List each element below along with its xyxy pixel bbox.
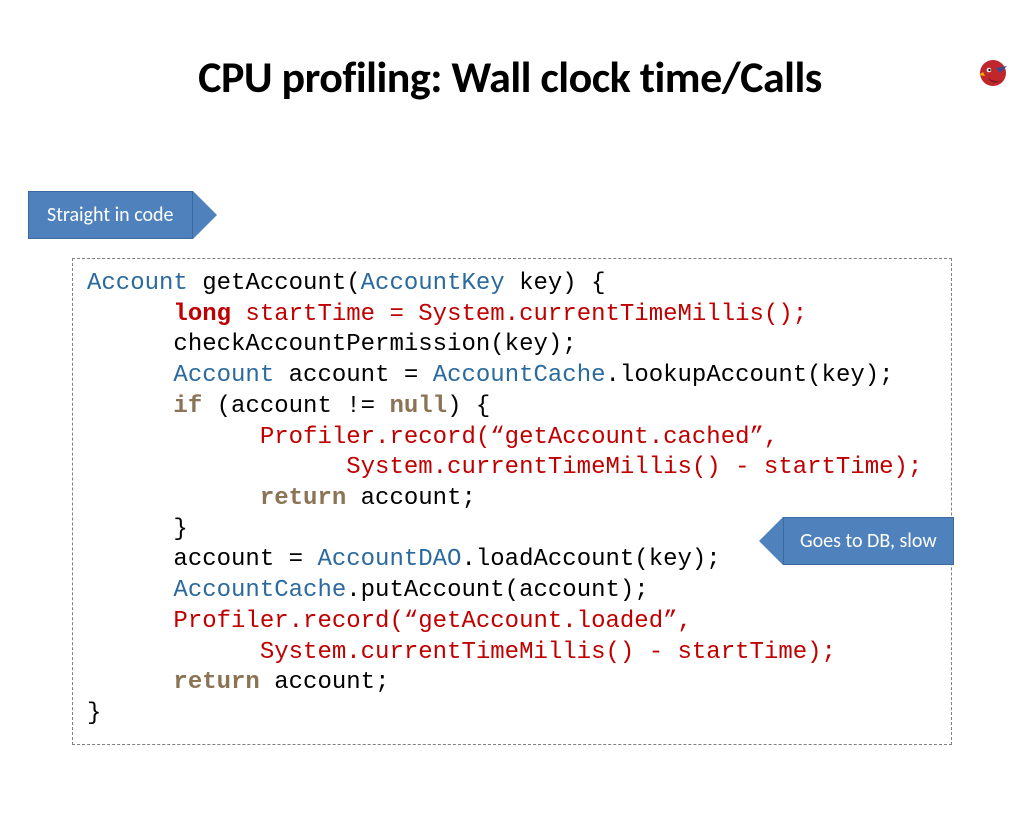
code-token: getAccount( [188, 270, 361, 297]
code-token: Account [173, 362, 274, 389]
mascot-logo [978, 58, 1008, 88]
callout-right-label: Goes to DB, slow [783, 517, 954, 565]
code-token: System.currentTimeMillis() - startTime); [87, 639, 836, 666]
code-token: System.currentTimeMillis() - startTime); [87, 454, 922, 481]
code-token [87, 393, 173, 420]
code-token: AccountCache [173, 577, 346, 604]
code-token: .lookupAccount(key); [606, 362, 894, 389]
code-token: } [87, 700, 101, 727]
code-token: Account [87, 270, 188, 297]
code-token: AccountKey [361, 270, 505, 297]
code-token: AccountDAO [317, 546, 461, 573]
code-token: AccountCache [433, 362, 606, 389]
callout-left-label: Straight in code [28, 191, 193, 239]
code-token: null [389, 393, 447, 420]
code-token: account = [274, 362, 432, 389]
code-token: checkAccountPermission(key); [87, 331, 577, 358]
callout-goes-to-db: Goes to DB, slow [759, 517, 954, 565]
code-token: if [173, 393, 202, 420]
code-token: key) { [505, 270, 606, 297]
chevron-left-icon [759, 517, 783, 565]
code-token: .putAccount(account); [346, 577, 648, 604]
chevron-right-icon [193, 191, 217, 239]
slide-title: CPU profiling: Wall clock time/Calls [0, 50, 1020, 104]
code-token: startTime = System.currentTimeMillis(); [231, 301, 807, 328]
code-token: long [173, 301, 231, 328]
code-token: account; [260, 669, 390, 696]
code-token [87, 301, 173, 328]
code-token: return [260, 485, 346, 512]
code-token [87, 669, 173, 696]
code-token: account; [346, 485, 476, 512]
code-sample: Account getAccount(AccountKey key) { lon… [72, 258, 952, 745]
code-token: return [173, 669, 259, 696]
code-token [87, 577, 173, 604]
code-token: Profiler.record(“getAccount.cached”, [87, 424, 778, 451]
code-token: Profiler.record(“getAccount.loaded”, [87, 608, 692, 635]
callout-straight-in-code: Straight in code [28, 191, 217, 239]
bird-icon [978, 58, 1008, 88]
code-token: .loadAccount(key); [461, 546, 720, 573]
code-token: (account != [202, 393, 389, 420]
code-token: } [87, 516, 188, 543]
code-token [87, 485, 260, 512]
code-token [87, 362, 173, 389]
code-token: ) { [447, 393, 490, 420]
code-token: account = [87, 546, 317, 573]
